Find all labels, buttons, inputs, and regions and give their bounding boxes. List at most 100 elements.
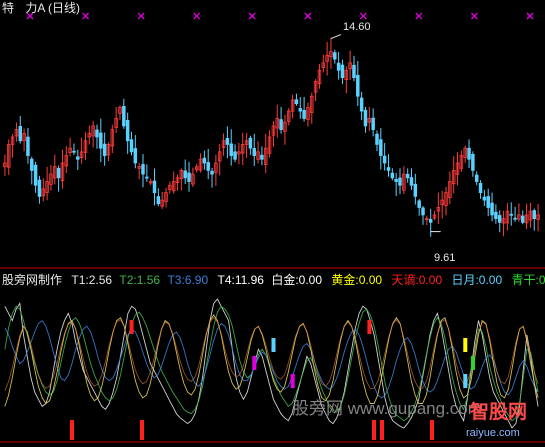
bottom-red-signal bbox=[372, 420, 376, 440]
candle-body bbox=[409, 177, 414, 186]
candle-body bbox=[30, 158, 34, 171]
signal-bar-marker bbox=[290, 374, 295, 388]
candle-body bbox=[72, 150, 76, 153]
candle-body bbox=[294, 99, 299, 105]
candle-body bbox=[26, 136, 30, 156]
candle-body bbox=[302, 110, 306, 119]
candle-body bbox=[206, 162, 210, 171]
stock-title: 特 力A (日线) bbox=[2, 1, 80, 15]
candle-body bbox=[532, 210, 536, 220]
legend-t4: T4:11.96 bbox=[217, 273, 264, 287]
candle-body bbox=[421, 207, 425, 216]
legend-t1: T1:2.56 bbox=[71, 273, 113, 287]
candle-body bbox=[471, 153, 475, 171]
bottom-red-signal bbox=[380, 420, 384, 440]
candle-body bbox=[229, 143, 233, 156]
candle-body bbox=[490, 202, 494, 216]
candle-body bbox=[76, 156, 80, 160]
candle-body bbox=[520, 215, 525, 223]
candle-body bbox=[497, 215, 502, 223]
title-prefix: 特 bbox=[2, 1, 15, 15]
legend-tianji: 天谪:0.00 bbox=[391, 273, 443, 287]
candle-body bbox=[513, 217, 517, 220]
candle-body bbox=[156, 196, 161, 205]
signal-bar-marker bbox=[271, 338, 276, 352]
legend-t3: T3:6.90 bbox=[167, 273, 209, 287]
candle-body bbox=[486, 196, 490, 208]
candle-body bbox=[428, 218, 433, 223]
candle-body bbox=[356, 74, 360, 97]
signal-bar-marker bbox=[463, 374, 468, 388]
candle-body bbox=[398, 177, 402, 186]
title-period: (日线) bbox=[48, 1, 81, 15]
title-main: 力A bbox=[25, 1, 45, 15]
candle-body bbox=[99, 132, 103, 149]
signal-bar-marker bbox=[463, 338, 468, 352]
candle-body bbox=[202, 157, 207, 164]
oscillator-line-t3 bbox=[4, 319, 539, 399]
candle-body bbox=[375, 133, 379, 145]
candle-body bbox=[33, 164, 38, 186]
candle-body bbox=[474, 174, 479, 182]
signal-x-marker bbox=[359, 12, 367, 20]
candle-body bbox=[371, 117, 375, 130]
candle-body bbox=[340, 64, 345, 79]
legend-huangjin: 黄金:0.00 bbox=[331, 273, 383, 287]
legend-baijin: 白金:0.00 bbox=[271, 273, 323, 287]
candle-body bbox=[359, 97, 364, 112]
signal-bar-marker bbox=[470, 356, 475, 370]
candle-body bbox=[386, 167, 391, 171]
candle-body bbox=[352, 64, 356, 79]
candle-body bbox=[248, 137, 253, 149]
candle-body bbox=[478, 183, 483, 194]
candle-body bbox=[298, 108, 303, 112]
candle-body bbox=[509, 213, 513, 216]
candle-body bbox=[95, 129, 99, 138]
candle-body bbox=[122, 105, 126, 127]
indicator-title: 股旁网制作 bbox=[2, 273, 63, 287]
candle-body bbox=[382, 155, 387, 164]
candle-body bbox=[141, 164, 145, 175]
signal-x-marker bbox=[137, 12, 145, 20]
signal-x-marker bbox=[193, 12, 201, 20]
legend-t2: T2:1.56 bbox=[119, 273, 161, 287]
candle-body bbox=[37, 179, 42, 197]
candle-body bbox=[379, 139, 383, 156]
watermark-gupang: 股旁网 www.gupang.com bbox=[292, 399, 482, 418]
candle-body bbox=[233, 151, 237, 160]
candle-body bbox=[210, 170, 214, 175]
candle-body bbox=[187, 172, 191, 182]
signal-x-marker bbox=[415, 12, 423, 20]
candle-body bbox=[18, 126, 23, 142]
candle-body bbox=[417, 200, 421, 208]
candle-body bbox=[390, 172, 395, 179]
candle-body bbox=[394, 179, 398, 182]
candle-body bbox=[279, 119, 283, 130]
high-price-arrow bbox=[330, 34, 342, 40]
candle-body bbox=[494, 211, 498, 220]
legend-riyue: 日月:0.00 bbox=[451, 273, 503, 287]
candle-body bbox=[260, 154, 264, 160]
candle-body bbox=[125, 120, 130, 142]
candle-body bbox=[413, 183, 418, 197]
signal-x-marker bbox=[470, 12, 478, 20]
signal-bar-marker bbox=[367, 320, 372, 334]
candle-body bbox=[225, 138, 230, 145]
candle-body bbox=[333, 52, 337, 60]
price-chart bbox=[0, 12, 545, 443]
candle-body bbox=[252, 148, 256, 156]
candle-body bbox=[56, 167, 61, 179]
signal-bar-marker bbox=[129, 320, 134, 334]
watermark-zhigu: 智股网 bbox=[470, 402, 528, 423]
candle-body bbox=[102, 143, 107, 156]
candle-body bbox=[145, 176, 149, 179]
indicator-legend: 股旁网制作 T1:2.56 T2:1.56 T3:6.90 T4:11.96 白… bbox=[2, 273, 545, 287]
candle-body bbox=[133, 148, 138, 164]
high-price-label: 14.60 bbox=[343, 21, 371, 33]
candle-body bbox=[183, 170, 187, 179]
bottom-red-signal bbox=[140, 420, 144, 440]
low-price-label: 9.61 bbox=[434, 252, 456, 264]
signal-x-marker bbox=[304, 12, 312, 20]
candle-body bbox=[363, 109, 368, 127]
signal-x-marker bbox=[82, 12, 90, 20]
